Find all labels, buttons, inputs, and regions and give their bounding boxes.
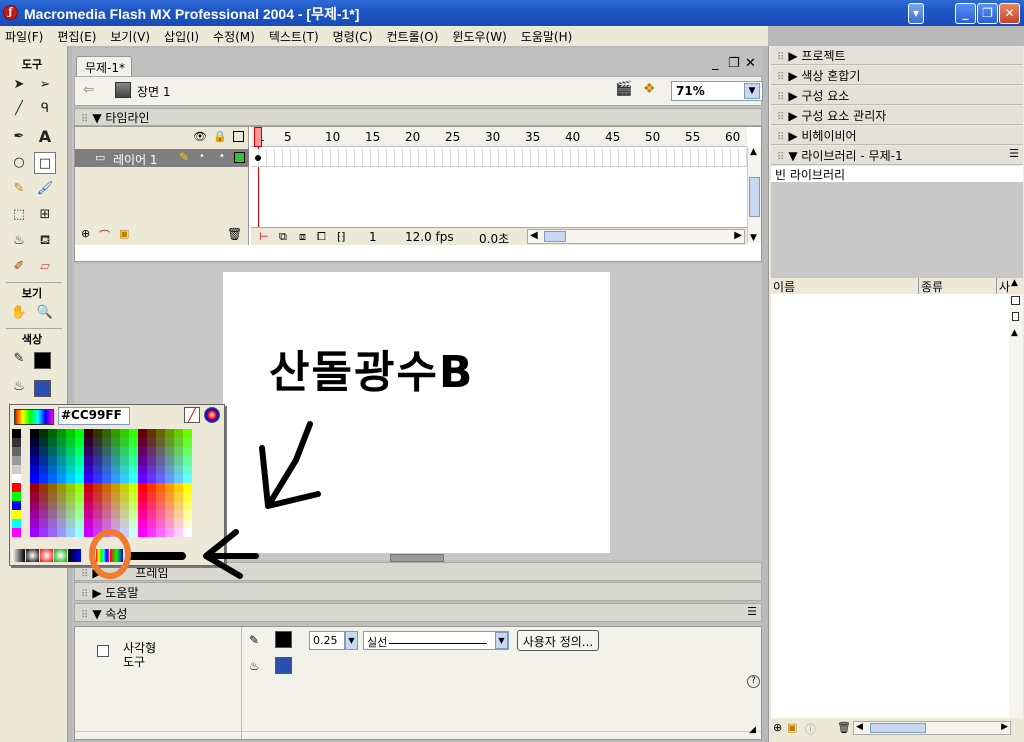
- arrow-down-annotation: [259, 421, 321, 509]
- highlight-circle: [89, 529, 131, 579]
- arrow-left-annotation: [203, 529, 259, 579]
- annotation-overlay: [89, 421, 321, 579]
